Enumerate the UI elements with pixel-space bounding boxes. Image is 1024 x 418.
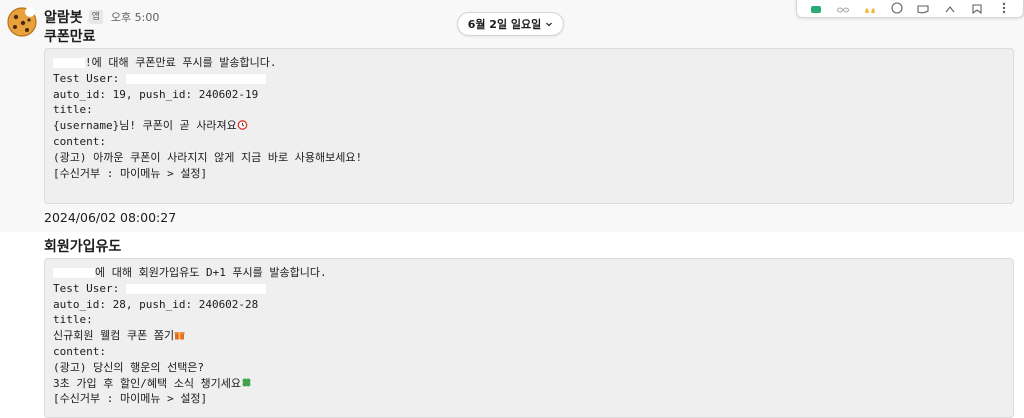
block1-codeblock: !에 대해 쿠폰만료 푸시를 발송합니다. Test User: auto_id… [44, 48, 1014, 204]
code-line: content: [53, 134, 106, 148]
chevron-down-icon [545, 18, 553, 31]
code-line: {username}님! 쿠폰이 곧 사라져요 [53, 118, 1005, 134]
code-line: (광고) 아까운 쿠폰이 사라지지 않게 지금 바로 사용해보세요! [53, 150, 363, 164]
code-line: title: [53, 313, 93, 327]
emoji-add-icon[interactable] [889, 0, 905, 14]
alarm-clock-icon [237, 119, 248, 131]
eyes-reaction-icon[interactable] [835, 0, 851, 14]
code-line: auto_id: 28, push_id: 240602-28 [53, 297, 259, 311]
block2-title: 회원가입유도 [44, 239, 122, 255]
app-badge: 앱 [88, 10, 103, 24]
code-line: Test User: [53, 281, 1005, 297]
code-line: content: [53, 344, 106, 358]
four-leaf-clover-icon [241, 377, 252, 388]
code-line: title: [53, 103, 93, 117]
bookmark-icon[interactable] [969, 0, 985, 14]
block1-timestamp: 2024/06/02 08:00:27 [44, 210, 177, 225]
redacted-name [53, 58, 85, 68]
code-line: 3초 가입 후 할인/혜택 소식 챙기세요 [53, 376, 1005, 392]
code-line: auto_id: 19, push_id: 240602-19 [53, 87, 259, 101]
sender-name[interactable]: 알람봇 [44, 7, 83, 27]
message-time[interactable]: 오후 5:00 [111, 9, 159, 25]
redacted-name [53, 268, 95, 278]
code-line: [수신거부 : 마이메뉴 > 설정] [53, 166, 208, 180]
message-header: 알람봇 앱 오후 5:00 [44, 8, 159, 26]
code-line: 신규회원 웰컴 쿠폰 쫌기 [53, 328, 1005, 344]
redacted-user [125, 73, 266, 84]
raised-hands-reaction-icon[interactable] [862, 0, 878, 14]
cookie-icon[interactable] [6, 6, 38, 38]
code-line: Test User: [53, 71, 1005, 87]
check-reaction-icon[interactable] [808, 0, 824, 14]
gift-icon [174, 329, 185, 340]
block2-codeblock: 에 대해 회원가입유도 D+1 푸시를 발송합니다. Test User: au… [44, 258, 1014, 418]
code-line: 에 대해 회원가입유도 D+1 푸시를 발송합니다. [53, 265, 1005, 281]
more-icon[interactable] [996, 0, 1012, 14]
block1-title: 쿠폰만료 [44, 29, 96, 45]
redacted-user [125, 283, 266, 294]
code-line: !에 대해 쿠폰만료 푸시를 발송합니다. [53, 55, 1005, 71]
date-divider-button[interactable]: 6월 2일 일요일 [457, 12, 564, 36]
message-actions-toolbar [796, 0, 1024, 18]
forward-icon[interactable] [942, 0, 958, 14]
reply-thread-icon[interactable] [915, 0, 931, 14]
code-line: [수신거부 : 마이메뉴 > 설정] [53, 392, 208, 406]
code-line: (광고) 당신의 행운의 선택은? [53, 360, 205, 374]
date-divider-label: 6월 2일 일요일 [467, 18, 542, 31]
